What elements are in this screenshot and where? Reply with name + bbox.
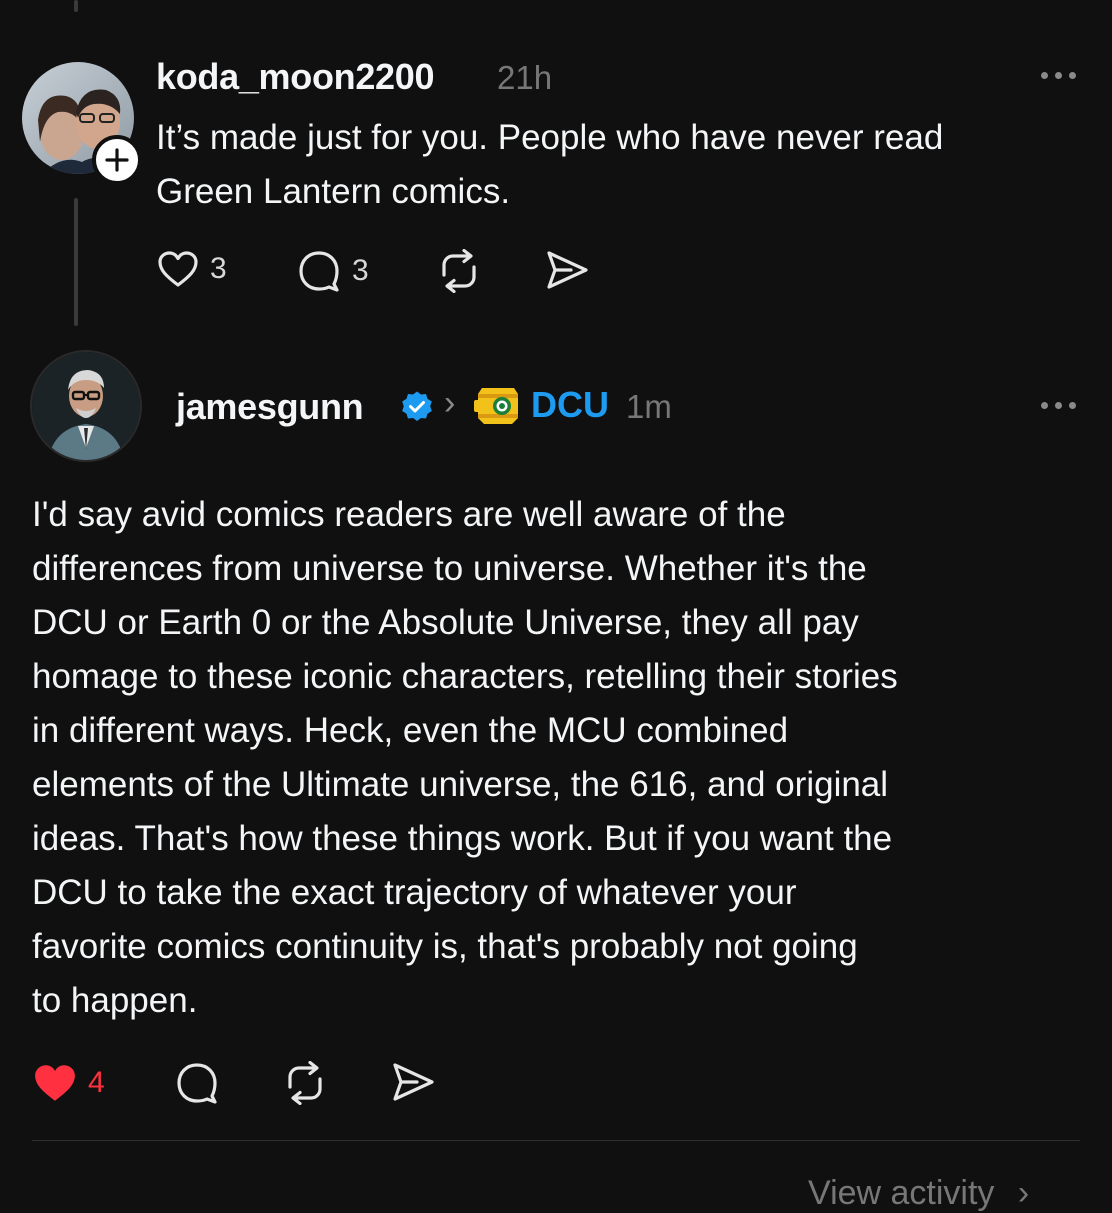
post-text-line: DCU to take the exact trajectory of what… <box>32 873 797 912</box>
reply-timestamp[interactable]: 21h <box>497 59 552 97</box>
post-username[interactable]: jamesgunn <box>176 386 364 428</box>
reply-text-line: It’s made just for you. People who have … <box>156 118 944 157</box>
post-like-button[interactable]: 4 <box>32 1062 105 1104</box>
breadcrumb-chevron: › <box>444 384 456 422</box>
post-text-line: I'd say avid comics readers are well awa… <box>32 495 786 534</box>
reply-comment-button[interactable]: 3 <box>296 249 369 293</box>
post-share-button[interactable] <box>390 1061 436 1103</box>
post-comment-button[interactable] <box>174 1061 220 1105</box>
thread-line-top <box>74 0 78 12</box>
reply-more-options-icon[interactable] <box>1041 72 1076 79</box>
reply-like-button[interactable]: 3 <box>156 249 227 289</box>
reply-comment-count: 3 <box>352 254 369 287</box>
reply-share-button[interactable] <box>544 249 590 291</box>
comment-bubble-icon <box>177 1063 217 1104</box>
post-text-line: elements of the Ultimate universe, the 6… <box>32 765 889 804</box>
post-like-count: 4 <box>88 1066 105 1099</box>
post-text: I'd say avid comics readers are well awa… <box>32 488 898 1028</box>
post-text-line: differences from universe to universe. W… <box>32 549 867 588</box>
view-activity-link[interactable]: View activity › <box>808 1174 1029 1213</box>
reply-like-count: 3 <box>210 252 227 285</box>
post-divider <box>32 1140 1080 1141</box>
follow-plus-icon[interactable] <box>92 135 142 185</box>
post-text-line: homage to these iconic characters, retel… <box>32 657 898 696</box>
reply-repost-button[interactable] <box>436 249 482 293</box>
post-text-line: favorite comics continuity is, that's pr… <box>32 927 858 966</box>
post-repost-button[interactable] <box>282 1061 328 1105</box>
comment-bubble-icon <box>299 251 339 292</box>
heart-filled-icon <box>35 1065 75 1101</box>
repost-icon <box>288 1061 322 1105</box>
view-activity-label: View activity <box>808 1174 995 1212</box>
chevron-right-icon: › <box>1017 1174 1030 1212</box>
post-text-line: to happen. <box>32 981 198 1020</box>
post-text-line: in different ways. Heck, even the MCU co… <box>32 711 789 750</box>
reply-text-line: Green Lantern comics. <box>156 172 511 211</box>
reply-text: It’s made just for you. People who have … <box>156 111 943 219</box>
thread-line-reply <box>74 198 78 326</box>
green-lantern-lantern-icon[interactable] <box>474 382 522 433</box>
post-more-options-icon[interactable] <box>1041 402 1076 409</box>
reply-username[interactable]: koda_moon2200 <box>156 56 435 98</box>
send-share-icon <box>393 1063 434 1101</box>
community-tag-dcu[interactable]: DCU <box>531 384 609 426</box>
repost-icon <box>442 249 476 293</box>
verified-badge-icon <box>400 390 434 429</box>
post-text-line: DCU or Earth 0 or the Absolute Universe,… <box>32 603 859 642</box>
post-timestamp[interactable]: 1m <box>626 388 672 426</box>
send-share-icon <box>547 251 588 289</box>
post-text-line: ideas. That's how these things work. But… <box>32 819 893 858</box>
avatar-jamesgunn[interactable] <box>30 350 142 462</box>
heart-outline-icon <box>158 251 198 287</box>
